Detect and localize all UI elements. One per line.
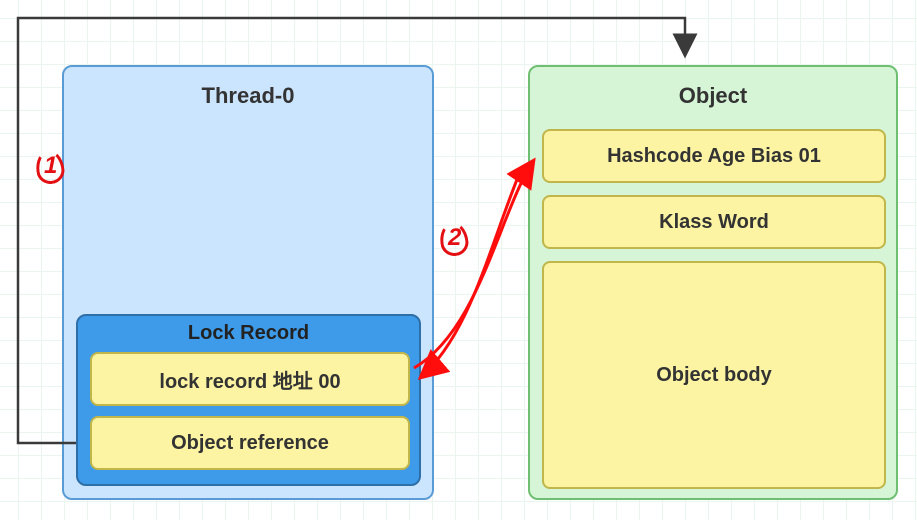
object-reference-cell: Object reference [90, 416, 410, 470]
lock-record-title: Lock Record [78, 322, 419, 345]
lock-record-address-cell: lock record 地址 00 [90, 352, 410, 406]
lock-record-box: Lock Record lock record 地址 00 Object ref… [76, 314, 421, 486]
object-title: Object [530, 83, 896, 109]
object-klass-cell: Klass Word [542, 195, 886, 249]
object-body-cell: Object body [542, 261, 886, 489]
swap-arrow-to-lockrecord [420, 172, 520, 378]
thread-title: Thread-0 [64, 83, 432, 109]
object-hashcode-cell: Hashcode Age Bias 01 [542, 129, 886, 183]
annotation-2: 2 [448, 224, 461, 252]
object-box: Object Hashcode Age Bias 01 Klass Word O… [528, 65, 898, 500]
annotation-1: 1 [44, 152, 57, 180]
